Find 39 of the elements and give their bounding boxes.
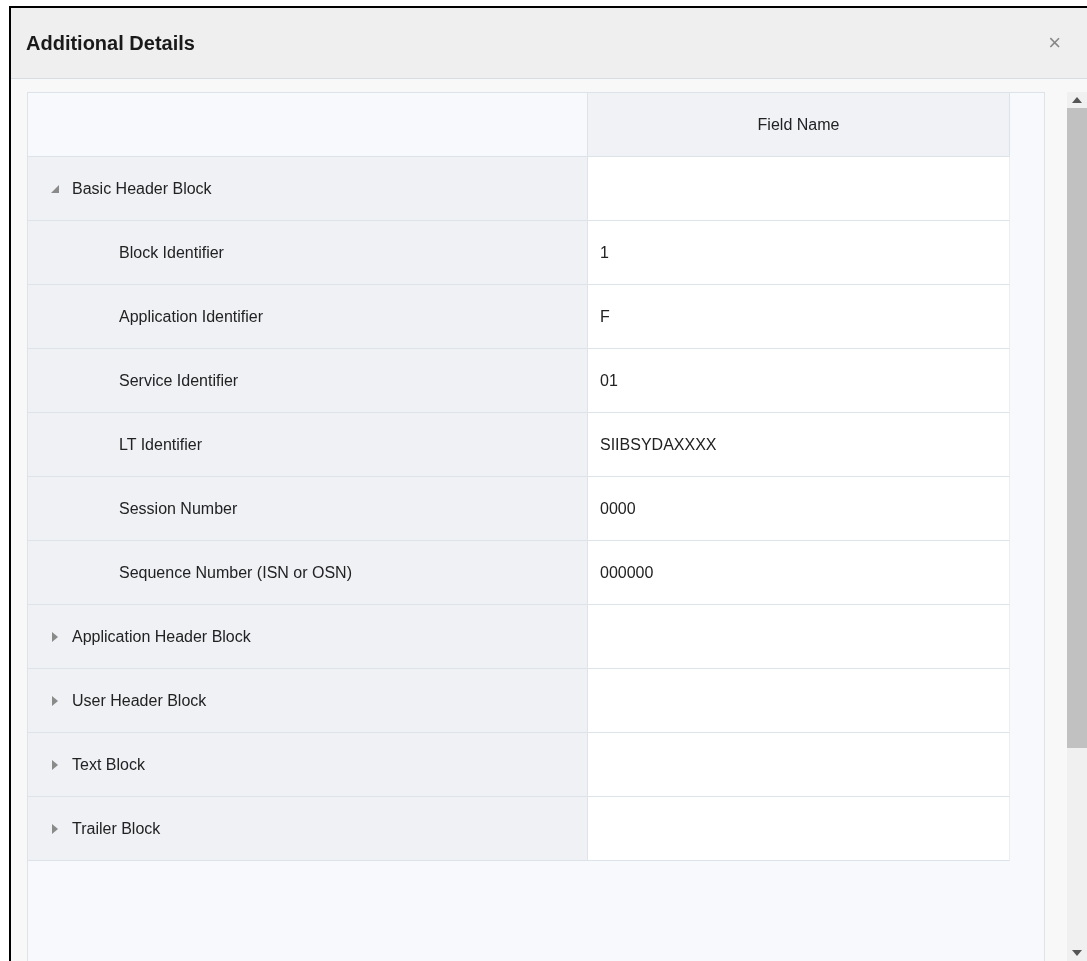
row-label: Trailer Block (72, 819, 161, 838)
scrollbar[interactable] (1067, 92, 1087, 961)
scroll-up-icon[interactable] (1072, 97, 1082, 103)
field-value: 01 (600, 371, 618, 390)
tree-row[interactable]: Application Header Block (28, 605, 588, 669)
collapsed-triangle-icon[interactable] (50, 759, 60, 770)
row-label: Application Identifier (119, 307, 264, 326)
row-label: Text Block (72, 755, 145, 774)
row-label: Session Number (119, 499, 238, 518)
field-value: 0000 (600, 499, 636, 518)
dialog-title: Additional Details (26, 31, 195, 55)
tree-row[interactable]: LT Identifier (28, 413, 588, 477)
collapsed-triangle-icon[interactable] (50, 631, 60, 642)
row-label: Sequence Number (ISN or OSN) (119, 563, 352, 582)
row-label: LT Identifier (119, 435, 202, 454)
tree-row[interactable]: Session Number (28, 477, 588, 541)
row-label: Service Identifier (119, 371, 239, 390)
scrollbar-thumb[interactable] (1067, 108, 1087, 748)
tree-row[interactable]: Sequence Number (ISN or OSN) (28, 541, 588, 605)
expanded-triangle-icon[interactable] (50, 183, 60, 194)
row-label: Application Header Block (72, 627, 251, 646)
row-label: Block Identifier (119, 243, 224, 262)
column-header[interactable]: Field Name (588, 93, 1010, 157)
field-value: 1 (600, 243, 609, 262)
collapsed-triangle-icon[interactable] (50, 823, 60, 834)
tree-row[interactable]: Service Identifier (28, 349, 588, 413)
collapsed-triangle-icon[interactable] (50, 695, 60, 706)
tree-row[interactable]: Text Block (28, 733, 588, 797)
field-value: SIIBSYDAXXXX (600, 435, 717, 454)
tree-row[interactable]: Basic Header Block (28, 157, 588, 221)
field-value: 000000 (600, 563, 654, 582)
tree-row[interactable]: User Header Block (28, 669, 588, 733)
tree-row[interactable]: Trailer Block (28, 797, 588, 861)
field-value: F (600, 307, 610, 326)
row-label: Basic Header Block (72, 179, 212, 198)
scroll-down-icon[interactable] (1072, 950, 1082, 956)
tree-row[interactable]: Block Identifier (28, 221, 588, 285)
tree-row[interactable]: Application Identifier (28, 285, 588, 349)
row-label: User Header Block (72, 691, 207, 710)
